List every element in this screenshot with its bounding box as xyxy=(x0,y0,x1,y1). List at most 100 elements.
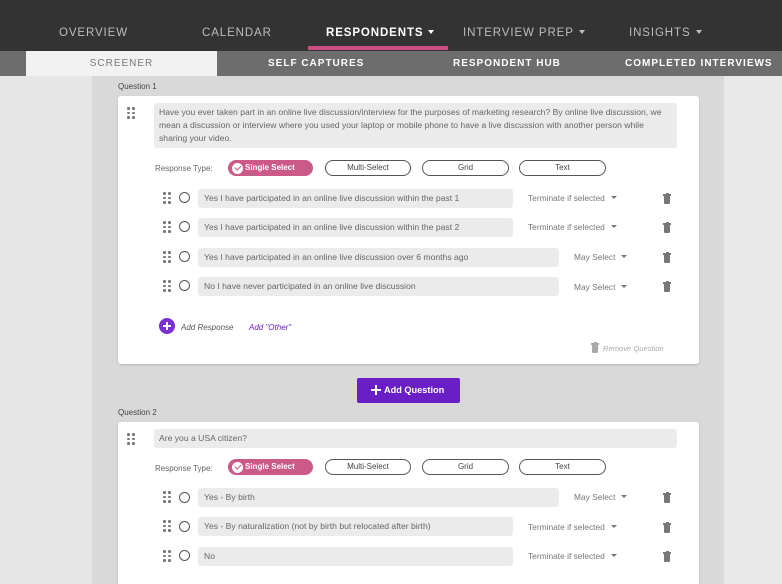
question-2-label: Question 2 xyxy=(118,408,157,417)
response-type-multi-select[interactable]: Multi-Select xyxy=(325,459,411,475)
trash-icon[interactable] xyxy=(663,521,671,533)
answer-input[interactable]: Yes I have participated in an online liv… xyxy=(198,218,513,237)
subtab-screener[interactable]: SCREENER xyxy=(26,51,217,76)
pill-label: Text xyxy=(555,163,570,172)
caret-down-icon xyxy=(428,29,435,34)
pill-label: Multi-Select xyxy=(347,462,389,471)
pill-label: Multi-Select xyxy=(347,163,389,172)
radio-icon[interactable] xyxy=(179,521,190,532)
response-type-single-select[interactable]: Single Select xyxy=(228,160,313,176)
caret-down-icon xyxy=(610,225,617,229)
drag-handle-icon[interactable] xyxy=(163,251,172,263)
answer-input[interactable]: Yes - By birth xyxy=(198,488,559,507)
subtab-respondent-hub[interactable]: RESPONDENT HUB xyxy=(453,51,561,76)
radio-icon[interactable] xyxy=(179,251,190,262)
trash-icon[interactable] xyxy=(663,192,671,204)
answer-rule-dropdown[interactable]: May Select xyxy=(574,492,628,502)
subtab-label: SCREENER xyxy=(89,58,154,69)
question-1-label: Question 1 xyxy=(118,82,157,91)
pill-label: Text xyxy=(555,462,570,471)
tab-respondents[interactable]: RESPONDENTS xyxy=(326,27,435,39)
plus-icon xyxy=(371,385,381,395)
caret-down-icon xyxy=(695,29,702,34)
answer-input[interactable]: Yes - By naturalization (not by birth bu… xyxy=(198,517,513,536)
question-2-text[interactable]: Are you a USA citizen? xyxy=(154,429,677,448)
tab-label: INSIGHTS xyxy=(629,27,691,39)
answer-rule-dropdown[interactable]: Terminate if selected xyxy=(528,551,617,561)
subtab-self-captures[interactable]: SELF CAPTURES xyxy=(268,51,364,76)
answer-rule-dropdown[interactable]: Terminate if selected xyxy=(528,522,617,532)
response-type-grid[interactable]: Grid xyxy=(422,459,509,475)
radio-icon[interactable] xyxy=(179,192,190,203)
add-response-link[interactable]: Add Response xyxy=(181,323,233,332)
subtab-label: SELF CAPTURES xyxy=(268,58,365,69)
answer-input[interactable]: No xyxy=(198,547,513,566)
caret-down-icon xyxy=(610,525,617,529)
rule-label: May Select xyxy=(574,282,616,292)
rule-label: Terminate if selected xyxy=(528,522,605,532)
sub-nav: SCREENER SELF CAPTURES RESPONDENT HUB CO… xyxy=(0,51,782,76)
subtab-completed-interviews[interactable]: COMPLETED INTERVIEWS xyxy=(625,51,773,76)
drag-handle-icon[interactable] xyxy=(163,192,172,204)
active-tab-underline xyxy=(308,46,448,50)
drag-handle-icon[interactable] xyxy=(127,107,136,119)
radio-icon[interactable] xyxy=(179,550,190,561)
pill-label: Grid xyxy=(457,462,474,471)
drag-handle-icon[interactable] xyxy=(163,520,172,532)
tab-label: OVERVIEW xyxy=(59,27,128,39)
radio-icon[interactable] xyxy=(179,221,190,232)
trash-icon[interactable] xyxy=(663,491,671,503)
drag-handle-icon[interactable] xyxy=(163,550,172,562)
response-type-grid[interactable]: Grid xyxy=(422,160,509,176)
response-type-multi-select[interactable]: Multi-Select xyxy=(325,160,411,176)
remove-question-link[interactable]: Remove Question xyxy=(603,344,664,353)
check-icon xyxy=(232,162,243,174)
drag-handle-icon[interactable] xyxy=(163,491,172,503)
answer-input[interactable]: Yes I have participated in an online liv… xyxy=(198,248,559,267)
drag-handle-icon[interactable] xyxy=(127,433,136,445)
caret-down-icon xyxy=(578,29,585,34)
tab-label: RESPONDENTS xyxy=(326,27,424,39)
pill-label: Single Select xyxy=(245,462,295,471)
trash-icon[interactable] xyxy=(663,550,671,562)
tab-calendar[interactable]: CALENDAR xyxy=(202,27,272,39)
tab-insights[interactable]: INSIGHTS xyxy=(629,27,702,39)
tab-overview[interactable]: OVERVIEW xyxy=(59,27,128,39)
add-question-label: Add Question xyxy=(384,385,445,395)
add-question-button[interactable]: Add Question xyxy=(357,378,460,403)
trash-icon[interactable] xyxy=(663,280,671,292)
answer-rule-dropdown[interactable]: Terminate if selected xyxy=(528,193,617,203)
rule-label: May Select xyxy=(574,492,616,502)
trash-icon xyxy=(591,341,599,353)
tab-label: CALENDAR xyxy=(202,27,272,39)
drag-handle-icon[interactable] xyxy=(163,221,172,233)
drag-handle-icon[interactable] xyxy=(163,280,172,292)
tab-interview-prep[interactable]: INTERVIEW PREP xyxy=(463,27,585,39)
response-type-label: Response Type: xyxy=(155,464,213,473)
answer-rule-dropdown[interactable]: Terminate if selected xyxy=(528,222,617,232)
radio-icon[interactable] xyxy=(179,280,190,291)
answer-rule-dropdown[interactable]: May Select xyxy=(574,252,628,262)
caret-down-icon xyxy=(610,196,617,200)
trash-icon[interactable] xyxy=(663,221,671,233)
check-icon xyxy=(232,461,243,473)
rule-label: Terminate if selected xyxy=(528,193,605,203)
subtab-label: RESPONDENT HUB xyxy=(453,58,561,69)
answer-rule-dropdown[interactable]: May Select xyxy=(574,282,628,292)
response-type-text[interactable]: Text xyxy=(519,160,606,176)
response-type-label: Response Type: xyxy=(155,164,213,173)
response-type-single-select[interactable]: Single Select xyxy=(228,459,313,475)
radio-icon[interactable] xyxy=(179,492,190,503)
answer-input[interactable]: No I have never participated in an onlin… xyxy=(198,277,559,296)
answer-input[interactable]: Yes I have participated in an online liv… xyxy=(198,189,513,208)
add-other-link[interactable]: Add "Other" xyxy=(249,323,291,332)
rule-label: Terminate if selected xyxy=(528,551,605,561)
caret-down-icon xyxy=(621,285,628,289)
caret-down-icon xyxy=(621,495,628,499)
response-type-text[interactable]: Text xyxy=(519,459,606,475)
pill-label: Single Select xyxy=(245,163,295,172)
trash-icon[interactable] xyxy=(663,251,671,263)
question-1-text[interactable]: Have you ever taken part in an online li… xyxy=(154,103,677,148)
add-response-plus-icon[interactable] xyxy=(159,318,175,334)
caret-down-icon xyxy=(621,255,628,259)
